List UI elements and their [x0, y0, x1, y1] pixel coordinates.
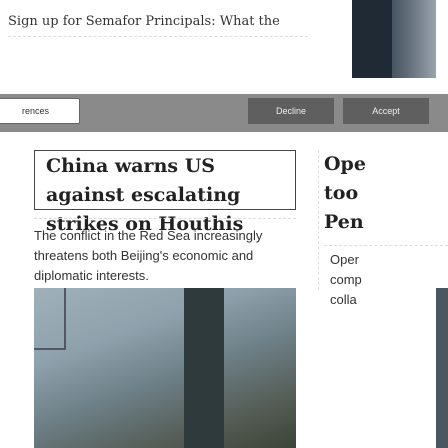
side-divider — [324, 245, 448, 246]
preferences-button[interactable]: rences — [0, 98, 80, 124]
accept-button[interactable]: Accept — [343, 98, 429, 124]
main-story-image[interactable] — [34, 288, 296, 448]
newsletter-promo-text[interactable]: Sign up for Semafor Principals: What the — [8, 14, 280, 29]
promo-thumbnail-image[interactable] — [352, 0, 436, 78]
side-story-summary: Oper comp colla — [330, 252, 362, 307]
side-story-headline[interactable]: Ope too Pen — [324, 150, 448, 237]
side-story-image[interactable] — [436, 288, 448, 448]
image-structure-shape — [184, 288, 224, 448]
side-headline-line: too — [324, 182, 359, 204]
promo-divider — [8, 36, 308, 37]
decline-button[interactable]: Decline — [248, 98, 334, 124]
main-story-summary: The conflict in the Red Sea increasingly… — [34, 228, 263, 283]
card-divider — [34, 218, 296, 219]
thumbnail-figure — [352, 0, 392, 78]
column-divider — [318, 150, 319, 290]
side-headline-line: Ope — [324, 153, 366, 175]
side-headline-line: Pen — [324, 211, 364, 233]
ship-mast-shape — [34, 288, 66, 350]
